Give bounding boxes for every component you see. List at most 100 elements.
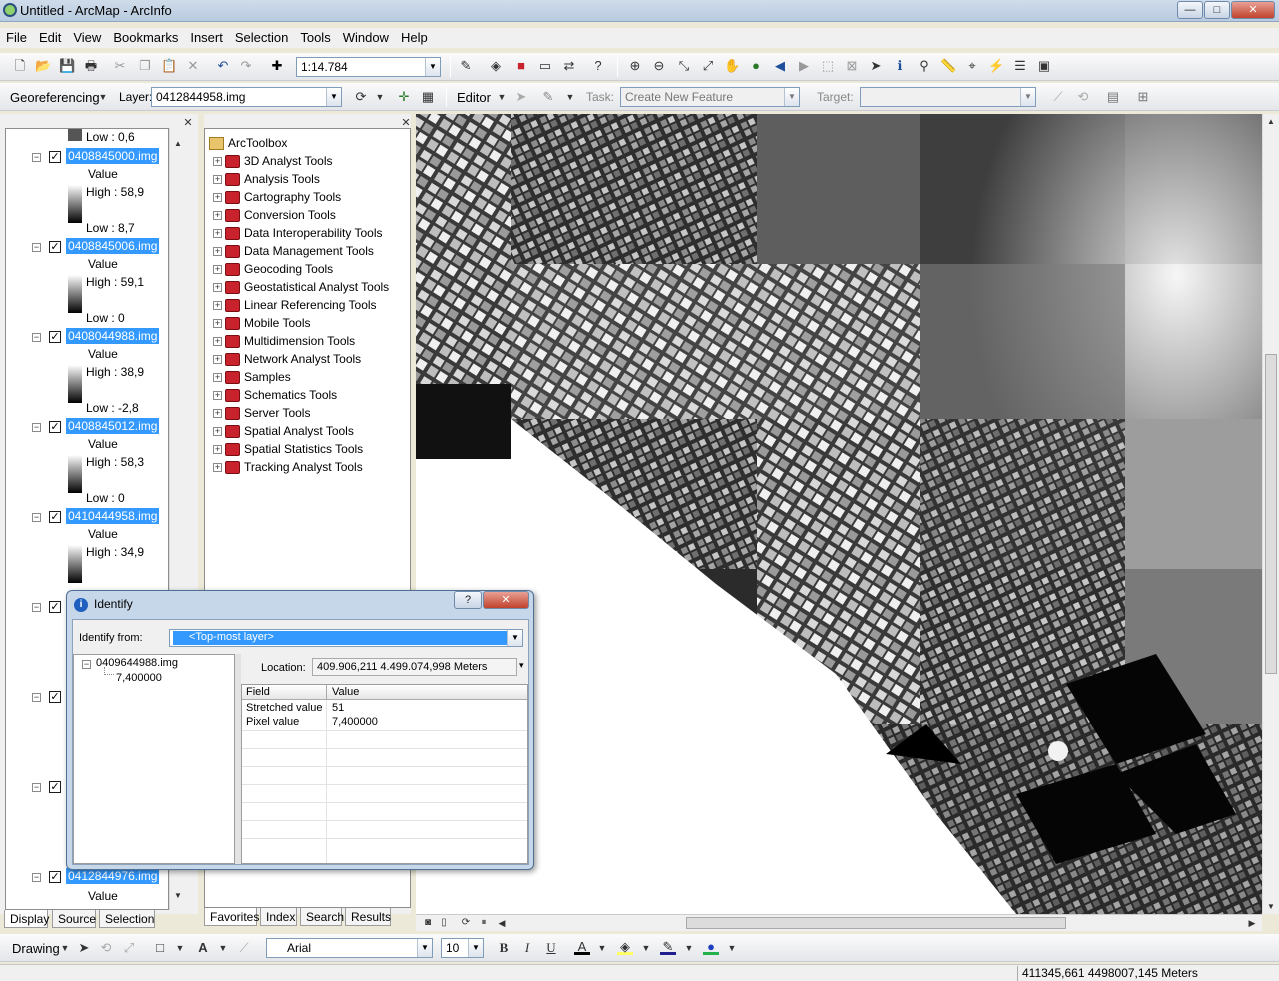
map-vertical-scrollbar[interactable]: ▲ ▼ — [1262, 114, 1279, 914]
edit-tool-icon[interactable]: ➤ — [513, 89, 529, 105]
result-value[interactable]: 7,400000 — [116, 672, 162, 684]
attributes-icon[interactable]: ▤ — [1105, 89, 1121, 105]
chevron-down-icon[interactable]: ▼ — [562, 89, 578, 105]
font-color-icon[interactable]: A — [574, 939, 590, 955]
scroll-up-icon[interactable]: ▲ — [1263, 114, 1279, 130]
redo-icon[interactable]: ↷ — [238, 58, 254, 74]
arctoolbox-icon[interactable]: ■ — [513, 58, 529, 74]
dialog-close-button[interactable]: ✕ — [483, 591, 529, 609]
chevron-down-icon[interactable]: ▼ — [507, 630, 522, 646]
fixed-zoom-out-icon[interactable]: ⤢ — [700, 58, 716, 74]
collapse-icon[interactable]: − — [32, 423, 41, 432]
split-tool-icon[interactable]: ⟋ — [1050, 89, 1066, 105]
expand-icon[interactable]: + — [213, 157, 222, 166]
layer-visibility-checkbox[interactable]: ✓ — [49, 511, 61, 523]
find-icon[interactable]: ⚲ — [916, 58, 932, 74]
undo-icon[interactable]: ↶ — [215, 58, 231, 74]
model-builder-icon[interactable]: ⇄ — [561, 58, 577, 74]
layer-name[interactable]: 0408845006.img — [66, 238, 160, 254]
expand-icon[interactable]: + — [213, 373, 222, 382]
expand-icon[interactable]: + — [213, 175, 222, 184]
sketch-tool-icon[interactable]: ✎ — [540, 89, 556, 105]
chevron-down-icon[interactable]: ▼ — [784, 88, 799, 106]
georeferencing-menu[interactable]: Georeferencing — [10, 90, 100, 105]
column-header-value[interactable]: Value — [332, 686, 359, 698]
select-features-icon[interactable]: ➤ — [868, 58, 884, 74]
chevron-down-icon[interactable]: ▼ — [215, 940, 231, 956]
map-display[interactable] — [416, 114, 1262, 914]
map-horizontal-scrollbar[interactable]: ◙ ▯ ⟳ ⏸ ◀ ▶ — [416, 914, 1262, 931]
pause-drawing-icon[interactable]: ⏸ — [476, 915, 492, 931]
target-select[interactable]: ▼ — [860, 87, 1036, 107]
expand-icon[interactable]: + — [213, 193, 222, 202]
font-size-select[interactable]: 10 ▼ — [441, 938, 484, 958]
zoom-out-icon[interactable]: ⊖ — [651, 58, 667, 74]
expand-icon[interactable]: + — [213, 301, 222, 310]
html-popup-icon[interactable]: ☰ — [1012, 58, 1028, 74]
menu-bookmarks[interactable]: Bookmarks — [107, 28, 184, 45]
underline-button[interactable]: U — [543, 940, 559, 956]
back-icon[interactable]: ◀ — [772, 58, 788, 74]
collapse-icon[interactable]: − — [32, 603, 41, 612]
bold-button[interactable]: B — [496, 940, 512, 956]
layout-view-icon[interactable]: ▯ — [436, 915, 452, 931]
italic-button[interactable]: I — [519, 940, 535, 956]
layer-name[interactable]: 0408044988.img — [66, 328, 160, 344]
chevron-down-icon[interactable]: ▼ — [417, 939, 432, 957]
chevron-down-icon[interactable]: ▼ — [494, 89, 510, 105]
collapse-icon[interactable]: − — [32, 153, 41, 162]
rotate-tool-icon[interactable]: ⟲ — [1075, 89, 1091, 105]
scroll-thumb[interactable] — [686, 917, 1066, 929]
expand-icon[interactable]: + — [213, 283, 222, 292]
layer-visibility-checkbox[interactable]: ✓ — [49, 601, 61, 613]
full-extent-icon[interactable]: ● — [748, 58, 764, 74]
chevron-down-icon[interactable]: ▼ — [468, 939, 483, 957]
expand-icon[interactable]: + — [213, 463, 222, 472]
edit-vertices-icon[interactable]: ⟋ — [236, 940, 252, 956]
pan-icon[interactable]: ✋ — [724, 58, 740, 74]
sketch-properties-icon[interactable]: ⊞ — [1135, 89, 1151, 105]
identify-icon[interactable]: ℹ — [892, 58, 908, 74]
hyperlink-icon[interactable]: ⚡ — [988, 58, 1004, 74]
layer-visibility-checkbox[interactable]: ✓ — [49, 241, 61, 253]
scroll-up-icon[interactable]: ▲ — [170, 136, 186, 152]
layer-visibility-checkbox[interactable]: ✓ — [49, 331, 61, 343]
scroll-right-icon[interactable]: ▶ — [1244, 915, 1260, 931]
collapse-icon[interactable]: − — [82, 660, 91, 669]
delete-icon[interactable]: ✕ — [185, 58, 201, 74]
collapse-icon[interactable]: − — [32, 513, 41, 522]
expand-icon[interactable]: + — [213, 409, 222, 418]
chevron-down-icon[interactable]: ▼ — [372, 89, 388, 105]
drawing-menu[interactable]: Drawing — [12, 941, 60, 956]
select-elements-icon[interactable]: ⬚ — [820, 58, 836, 74]
scroll-down-icon[interactable]: ▼ — [170, 888, 186, 904]
chevron-down-icon[interactable]: ▼ — [57, 940, 73, 956]
map-scale-combo[interactable]: 1:14.784 ▼ — [296, 57, 441, 77]
tab-source[interactable]: Source — [52, 910, 96, 928]
layer-select[interactable]: 0412844958.img ▼ — [151, 87, 342, 107]
layer-name[interactable]: 0410444958.img — [66, 508, 160, 524]
tab-index[interactable]: Index — [260, 908, 297, 926]
table-row[interactable]: Stretched value 51 — [242, 702, 527, 716]
chevron-down-icon[interactable]: ▼ — [172, 940, 188, 956]
chevron-down-icon[interactable]: ▼ — [95, 89, 111, 105]
close-button[interactable]: ✕ — [1231, 1, 1275, 19]
arccatalog-icon[interactable]: ◈ — [488, 58, 504, 74]
rotate-icon[interactable]: ⟳ — [353, 89, 369, 105]
fixed-zoom-in-icon[interactable]: ⤡ — [676, 58, 692, 74]
zoom-in-icon[interactable]: ⊕ — [627, 58, 643, 74]
line-color-icon[interactable]: ✎ — [660, 939, 676, 955]
print-icon[interactable]: 🖶 — [83, 58, 99, 74]
expand-icon[interactable]: + — [213, 427, 222, 436]
identify-from-select[interactable]: <Top-most layer> ▼ — [169, 629, 523, 647]
chevron-down-icon[interactable]: ▼ — [1020, 88, 1035, 106]
chevron-down-icon[interactable]: ▼ — [425, 58, 440, 76]
layer-visibility-checkbox[interactable]: ✓ — [49, 151, 61, 163]
fill-color-icon[interactable]: ◈ — [617, 939, 633, 955]
layer-visibility-checkbox[interactable]: ✓ — [49, 781, 61, 793]
copy-icon[interactable]: ❐ — [137, 58, 153, 74]
command-line-icon[interactable]: ▭ — [537, 58, 553, 74]
table-row[interactable]: Pixel value 7,400000 — [242, 716, 527, 730]
expand-icon[interactable]: + — [213, 247, 222, 256]
editor-menu[interactable]: Editor — [457, 90, 491, 105]
